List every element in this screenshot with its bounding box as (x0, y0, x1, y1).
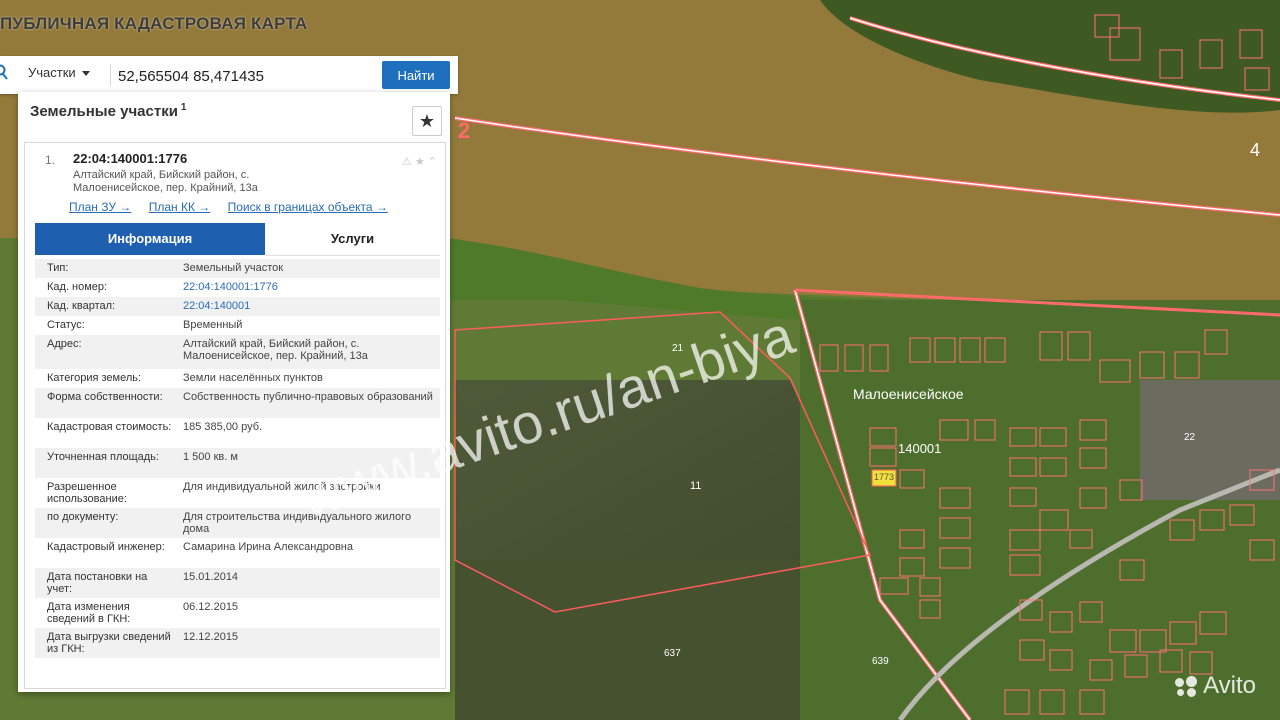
app-title: ПУБЛИЧНАЯ КАДАСТРОВАЯ КАРТА (0, 14, 308, 33)
result-actions: ⚠ ★ ⌃ (402, 155, 437, 168)
plan-zu-link[interactable]: План ЗУ → (69, 200, 131, 214)
info-key: Категория земель: (47, 372, 142, 384)
map-label-plot-639: 639 (872, 656, 889, 667)
result-links: План ЗУ → План КК → Поиск в границах объ… (69, 200, 402, 214)
info-value: 06.12.2015 (183, 601, 239, 613)
info-row: Статус: Временный (35, 316, 440, 335)
plan-kk-link[interactable]: План КК → (149, 200, 211, 214)
search-in-bounds-link[interactable]: Поиск в границах объекта → (228, 200, 388, 214)
info-row: Категория земель: Земли населённых пункто… (35, 369, 440, 388)
chevron-down-icon (81, 71, 90, 77)
panel-title: Земельные участки 1 (30, 102, 186, 120)
divider (110, 64, 111, 86)
search-icon[interactable] (0, 64, 10, 82)
result-card[interactable]: 1. 22:04:140001:1776 Алтайский край, Бий… (24, 142, 446, 689)
map-label-field: 11 (690, 480, 702, 492)
info-value: Земли населённых пунктов (183, 372, 323, 384)
info-key: Разрешенное использование: (47, 481, 127, 505)
info-value: Алтайский край, Бийский район, с. Малоен… (183, 338, 368, 362)
info-key: Статус: (47, 319, 85, 331)
info-key: Кадастровая стоимость: (47, 421, 172, 433)
result-address-line: Алтайский край, Бийский район, с. (73, 169, 250, 181)
result-number: 1. (45, 153, 56, 167)
map-label-quarter: 140001 (898, 441, 942, 456)
warning-icon[interactable]: ⚠ (402, 156, 412, 168)
info-key: по документу: (47, 511, 119, 523)
info-value: 185 385,00 руб. (183, 421, 263, 433)
info-row: Кад. квартал: 22:04:140001 (35, 297, 440, 316)
info-key: Дата изменения сведений в ГКН: (47, 601, 131, 625)
search-button[interactable]: Найти (382, 61, 450, 89)
chevron-up-icon[interactable]: ⌃ (428, 156, 437, 168)
info-value[interactable]: 22:04:140001 (183, 300, 433, 312)
star-icon[interactable]: ★ (415, 156, 425, 168)
result-address: Алтайский край, Бийский район, с. Малоен… (73, 169, 373, 195)
info-value: Самарина Ирина Александровна (183, 541, 353, 553)
search-type-label: Участки (28, 65, 76, 80)
avito-logo: Avito (1175, 672, 1256, 700)
map-label-zone-2: 2 (458, 118, 471, 143)
search-input[interactable] (116, 62, 378, 90)
results-panel: Земельные участки 1 ★ 1. 22:04:140001:177… (18, 92, 450, 692)
search-bar: Участки Найти (0, 56, 458, 94)
info-row: Дата выгрузки сведений из ГКН: 12.12.2015 (35, 628, 440, 658)
info-value: 15.01.2014 (183, 571, 239, 583)
info-row: Кадастровый инженер: Самарина Ирина Алекс… (35, 538, 440, 568)
result-count: 1 (180, 102, 187, 113)
info-row: Адрес: Алтайский край, Бийский район, с. … (35, 335, 440, 369)
info-key: Форма собственности: (47, 391, 163, 403)
info-key: Дата выгрузки сведений из ГКН: (47, 631, 171, 655)
info-value: Земельный участок (183, 262, 284, 274)
info-key: Тип: (47, 262, 69, 274)
info-row: Тип: Земельный участок (35, 259, 440, 278)
info-row: Кад. номер: 22:04:140001:1776 (35, 278, 440, 297)
info-value[interactable]: 22:04:140001:1776 (183, 281, 433, 293)
info-value: Собственность публично-правовых образова… (183, 391, 433, 403)
panel-title-text: Земельные участки (30, 103, 178, 120)
info-row: по документу: Для строительства индивидуа… (35, 508, 440, 538)
map-label-zone-4: 4 (1250, 140, 1261, 160)
info-key: Кадастровый инженер: (47, 541, 165, 553)
search-type-select[interactable]: Участки (28, 65, 90, 85)
info-value: Временный (183, 319, 243, 331)
info-key: Дата постановки на учет: (47, 571, 148, 595)
tab-information[interactable]: Информация (35, 223, 265, 255)
favorite-star-button[interactable]: ★ (412, 106, 442, 136)
info-key: Уточненная площадь: (47, 451, 159, 463)
info-tabs: Информация Услуги (35, 223, 440, 256)
result-cadastral-id[interactable]: 22:04:140001:1776 (73, 151, 187, 166)
info-key: Кад. квартал: (47, 300, 116, 312)
info-key: Адрес: (47, 338, 82, 350)
info-value: 12.12.2015 (183, 631, 239, 643)
avito-logo-icon (1175, 675, 1198, 698)
map-label-plot-637: 637 (664, 648, 681, 659)
tab-services[interactable]: Услуги (265, 223, 440, 256)
avito-logo-text: Avito (1203, 672, 1256, 699)
result-address-line: Малоенисейское, пер. Крайний, 13а (73, 182, 258, 194)
info-key: Кад. номер: (47, 281, 108, 293)
map-label-village: Малоенисейское (853, 386, 964, 402)
info-row: Форма собственности: Собственность публич… (35, 388, 440, 418)
info-row: Дата изменения сведений в ГКН: 06.12.2015 (35, 598, 440, 628)
map-label-plot-1773: 1773 (874, 472, 895, 482)
info-row: Дата постановки на учет: 15.01.2014 (35, 568, 440, 598)
map-label-plot-22: 22 (1184, 432, 1196, 443)
